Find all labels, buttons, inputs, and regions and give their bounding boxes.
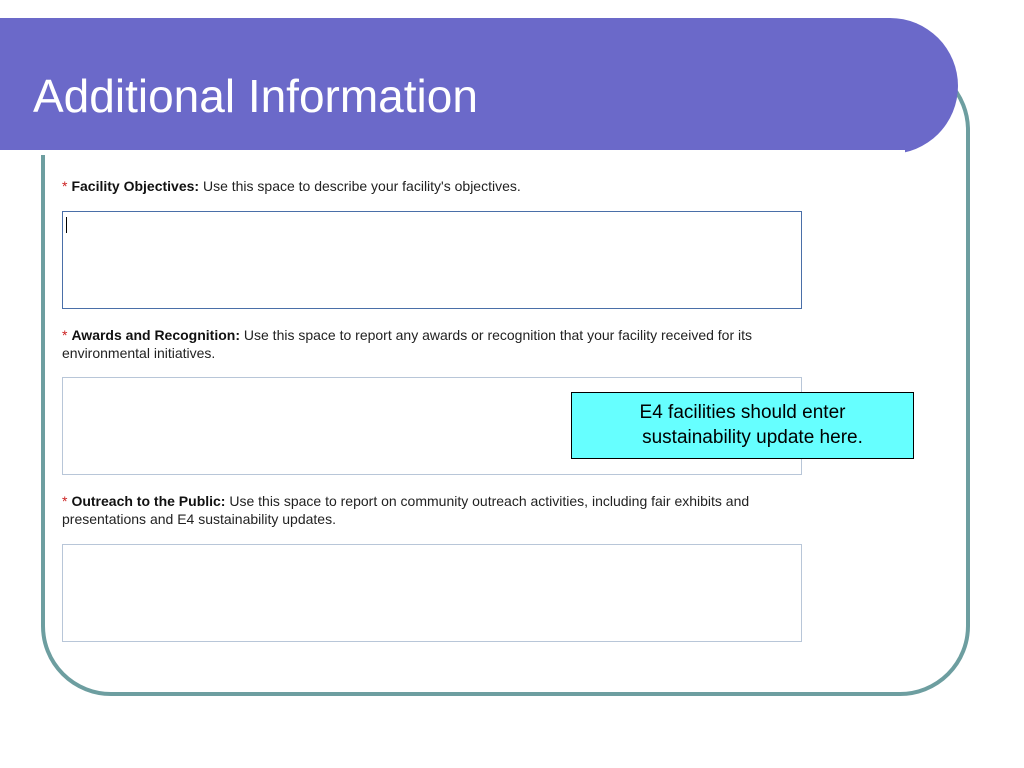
outreach-public-label: * Outreach to the Public: Use this space … xyxy=(62,492,822,528)
title-underline xyxy=(0,150,905,155)
text-caret xyxy=(66,217,67,233)
callout-line-1: E4 facilities should enter xyxy=(639,402,846,423)
outreach-public-label-title: Outreach to the Public: xyxy=(71,493,226,509)
outreach-public-textarea[interactable] xyxy=(62,544,802,642)
facility-objectives-label-title: Facility Objectives: xyxy=(71,178,200,194)
required-mark: * xyxy=(62,493,68,509)
e4-callout-box: E4 facilities should enter sustainabilit… xyxy=(571,392,914,459)
facility-objectives-textarea[interactable] xyxy=(62,211,802,309)
slide-title: Additional Information xyxy=(33,70,478,122)
title-bar: Additional Information xyxy=(0,18,958,155)
awards-recognition-label-title: Awards and Recognition: xyxy=(71,327,240,343)
facility-objectives-label: * Facility Objectives: Use this space to … xyxy=(62,177,822,195)
facility-objectives-label-text: Use this space to describe your facility… xyxy=(199,178,521,194)
required-mark: * xyxy=(62,327,68,343)
required-mark: * xyxy=(62,178,68,194)
callout-line-2: sustainability update here. xyxy=(642,427,863,448)
awards-recognition-label: * Awards and Recognition: Use this space … xyxy=(62,326,822,362)
